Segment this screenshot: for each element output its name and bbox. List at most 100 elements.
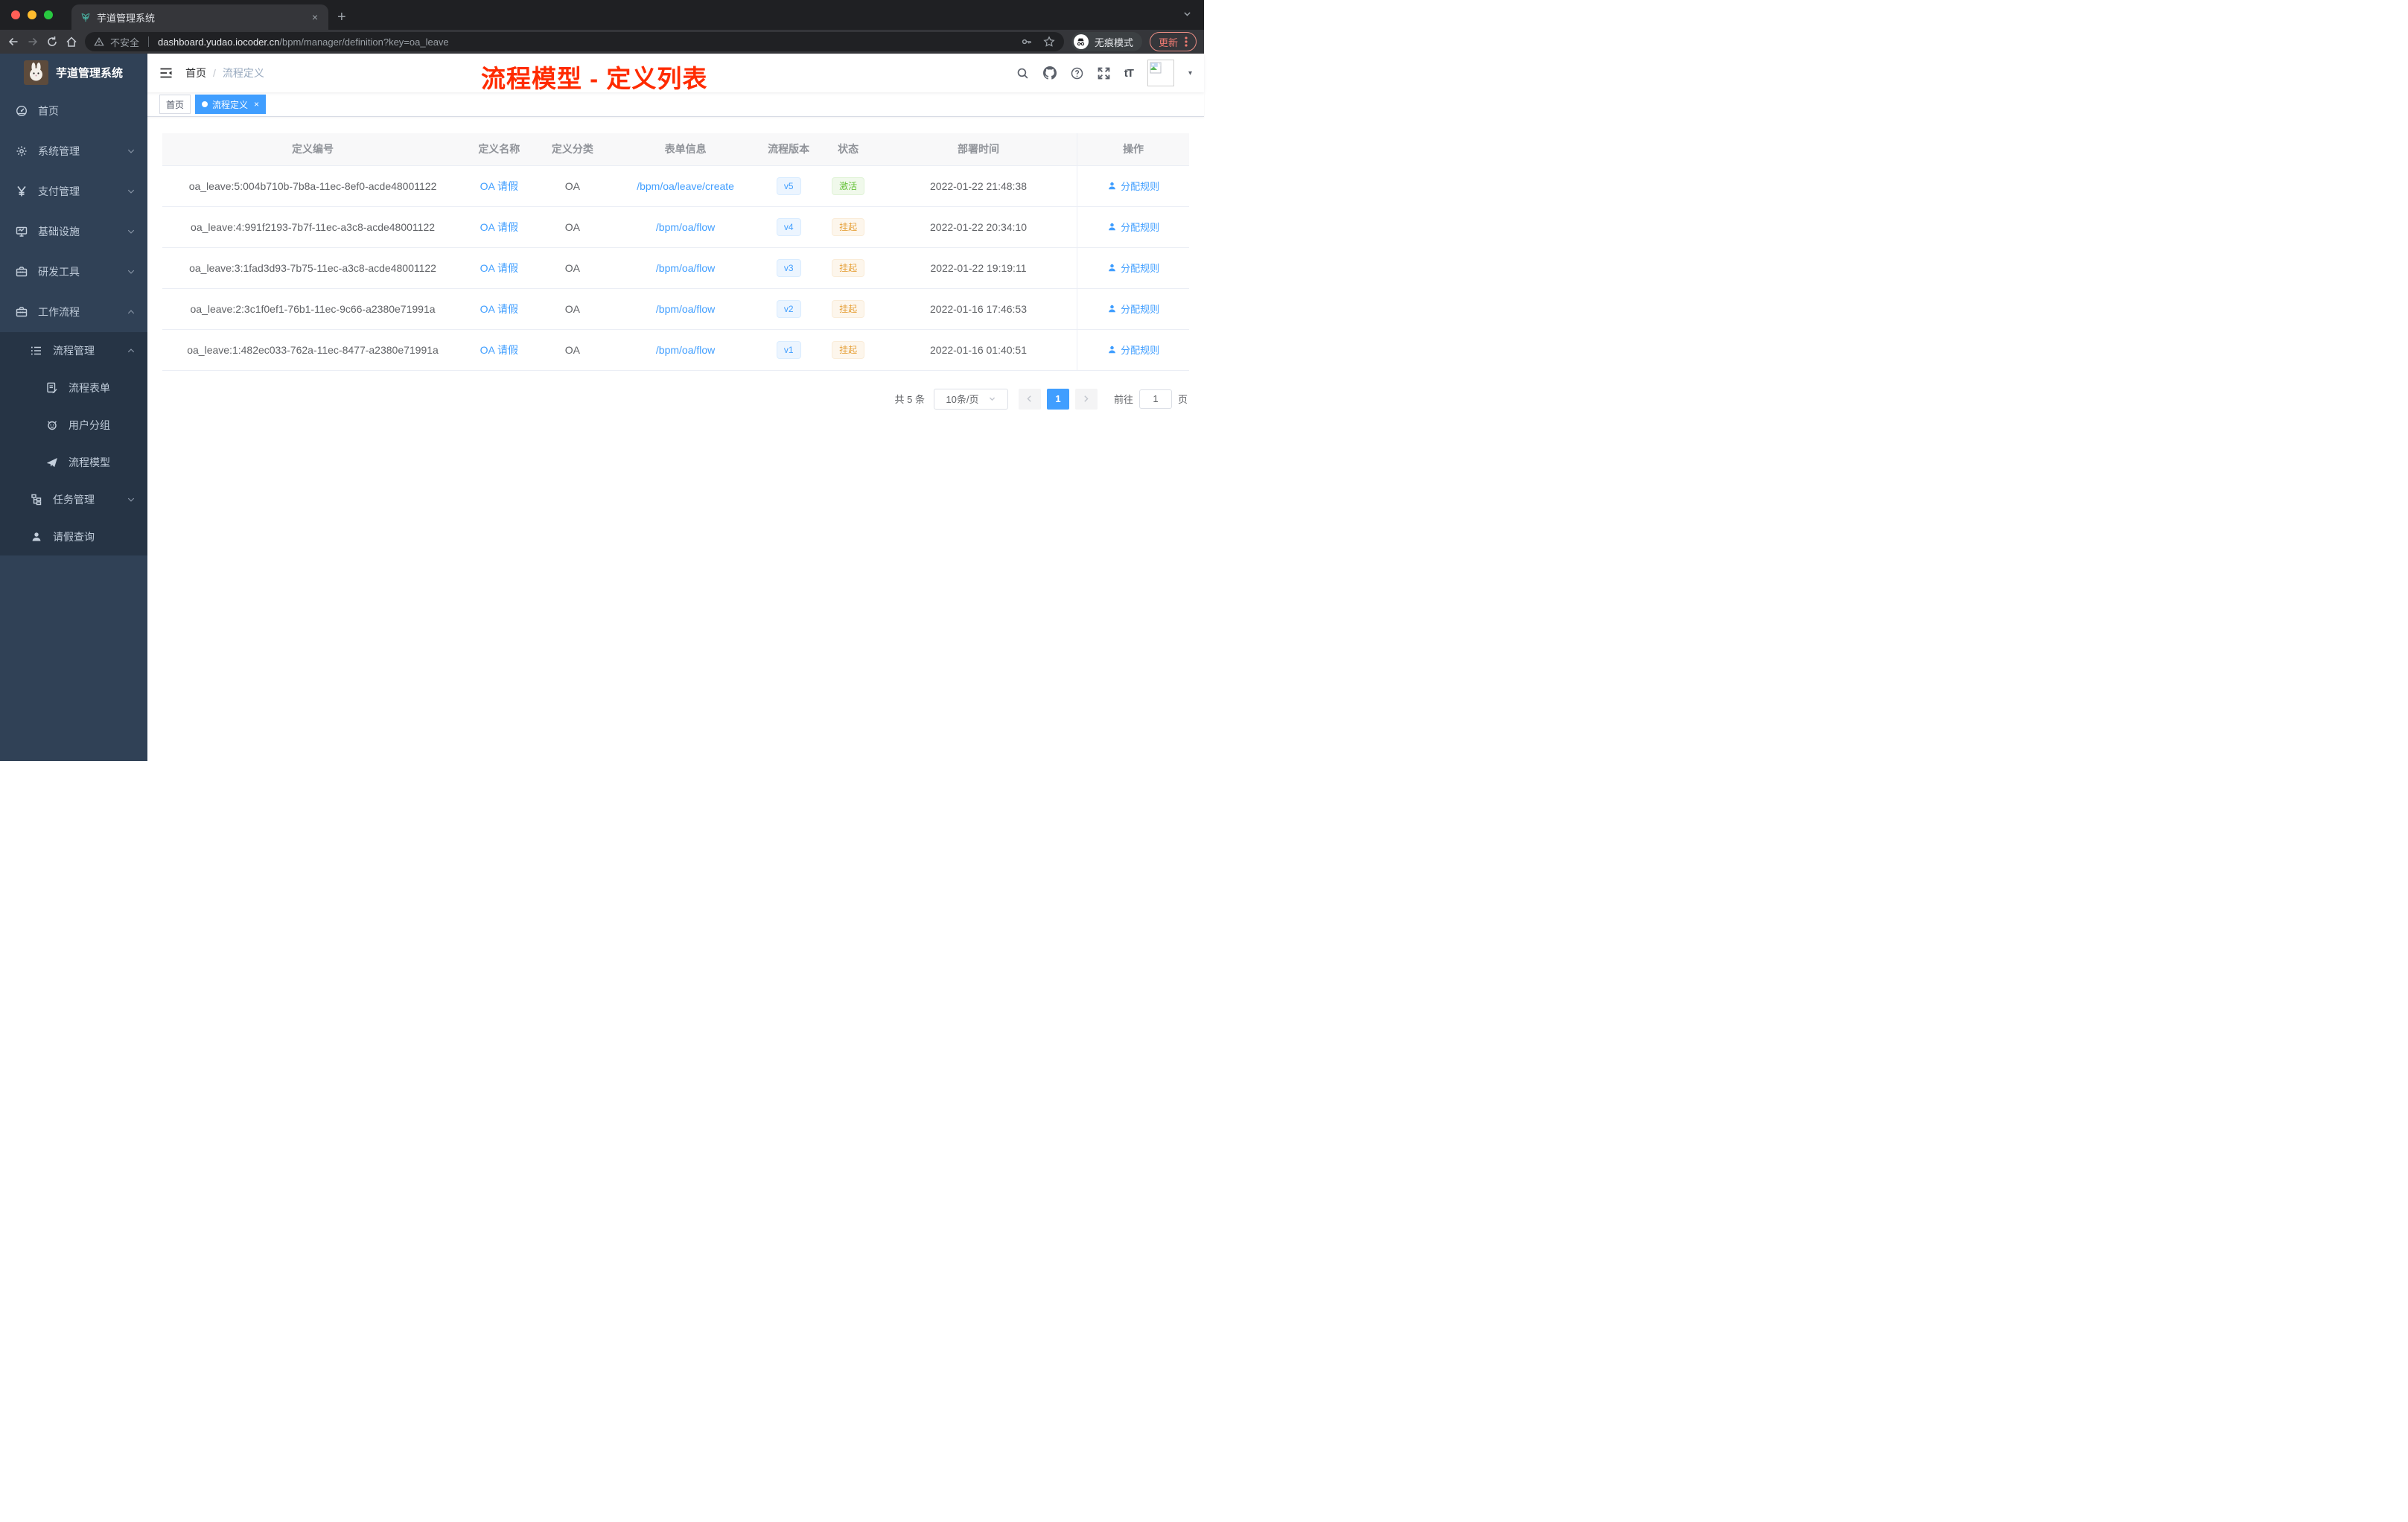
version-badge: v1: [776, 340, 801, 359]
definition-name-link[interactable]: OA 请假: [480, 344, 518, 356]
cell-deploy-time: 2022-01-22 20:34:10: [879, 206, 1077, 248]
sidebar-item-infra[interactable]: 基础设施: [0, 211, 147, 252]
not-secure-warning-icon: [94, 36, 104, 47]
definition-name-link[interactable]: OA 请假: [480, 221, 518, 233]
search-icon[interactable]: [1016, 67, 1029, 80]
cell-form-info: /bpm/oa/flow: [610, 288, 761, 330]
tab-search-chevron-icon[interactable]: [1182, 9, 1192, 22]
prev-page-button[interactable]: [1018, 388, 1041, 410]
column-header: 定义名称: [463, 133, 535, 166]
cell-version: v2: [760, 288, 817, 330]
kebab-menu-icon: [1185, 36, 1188, 47]
cell-definition-id: oa_leave:1:482ec033-762a-11ec-8477-a2380…: [162, 329, 464, 371]
cell-form-info: /bpm/oa/flow: [610, 247, 761, 289]
assign-rule-link[interactable]: 分配规则: [1107, 179, 1159, 193]
form-edit-icon: [46, 382, 58, 394]
home-icon[interactable]: [66, 36, 77, 48]
assign-rule-link[interactable]: 分配规则: [1107, 302, 1159, 316]
pagination: 共 5 条 10条/页 1 前往 页: [162, 388, 1189, 410]
status-badge: 挂起: [832, 299, 865, 318]
tab-close-icon[interactable]: ×: [310, 11, 319, 23]
sidebar-item-label: 请假查询: [53, 531, 95, 543]
sidebar-item-task-mgmt[interactable]: 任务管理: [0, 481, 147, 518]
page-number-button[interactable]: 1: [1046, 388, 1069, 410]
avatar[interactable]: [1147, 60, 1174, 86]
cell-operation: 分配规则: [1077, 247, 1189, 289]
sidebar-item-system[interactable]: 系统管理: [0, 131, 147, 171]
table-row: oa_leave:2:3c1f0ef1-76b1-11ec-9c66-a2380…: [162, 288, 1189, 330]
goto-page-input[interactable]: [1138, 389, 1172, 409]
sidebar-item-user-group[interactable]: 用户分组: [0, 407, 147, 444]
avatar-caret-icon[interactable]: ▾: [1188, 69, 1192, 77]
status-badge: 激活: [832, 176, 865, 195]
dashboard-icon: [16, 105, 28, 117]
form-link[interactable]: /bpm/oa/flow: [656, 344, 715, 356]
window-close-button[interactable]: [11, 10, 20, 19]
form-link[interactable]: /bpm/oa/flow: [656, 221, 715, 233]
form-link[interactable]: /bpm/oa/flow: [656, 303, 715, 315]
form-link[interactable]: /bpm/oa/leave/create: [637, 180, 734, 192]
cell-status: 挂起: [816, 247, 880, 289]
bookmark-star-icon[interactable]: [1043, 36, 1055, 48]
sidebar-item-payment[interactable]: 支付管理: [0, 171, 147, 211]
new-tab-button[interactable]: +: [337, 10, 346, 25]
assign-rule-link[interactable]: 分配规则: [1107, 343, 1159, 357]
tag-process-definition[interactable]: 流程定义 ×: [195, 95, 267, 114]
update-button[interactable]: 更新: [1149, 32, 1197, 51]
goto-label: 前往: [1113, 394, 1133, 405]
sidebar-collapse-icon[interactable]: [159, 66, 173, 80]
address-bar[interactable]: 不安全 dashboard.yudao.iocoder.cn/bpm/manag…: [85, 32, 1064, 51]
sidebar-item-process-mgmt[interactable]: 流程管理: [0, 332, 147, 369]
forward-icon[interactable]: [27, 36, 39, 48]
breadcrumb-separator: /: [213, 67, 216, 79]
sidebar-item-label: 工作流程: [38, 306, 80, 318]
reload-icon[interactable]: [46, 36, 58, 48]
assign-rule-link[interactable]: 分配规则: [1107, 261, 1159, 275]
briefcase-icon: [16, 306, 28, 318]
column-header: 表单信息: [610, 133, 761, 166]
table-header-row: 定义编号 定义名称 定义分类 表单信息 流程版本 状态 部署时间 操作: [162, 133, 1189, 166]
help-icon[interactable]: [1071, 67, 1083, 80]
breadcrumb-home[interactable]: 首页: [185, 66, 206, 80]
page-size-select[interactable]: 10条/页: [933, 388, 1008, 410]
sidebar-item-label: 流程管理: [53, 345, 95, 357]
cell-deploy-time: 2022-01-16 01:40:51: [879, 329, 1077, 371]
chevron-down-icon: [127, 267, 136, 276]
cell-definition-id: oa_leave:4:991f2193-7b7f-11ec-a3c8-acde4…: [162, 206, 464, 248]
sidebar-item-workflow[interactable]: 工作流程: [0, 292, 147, 332]
security-label: 不安全: [110, 36, 140, 48]
sidebar-item-process-model[interactable]: 流程模型: [0, 444, 147, 481]
tag-close-icon[interactable]: ×: [254, 99, 259, 109]
cell-operation: 分配规则: [1077, 329, 1189, 371]
logo-row[interactable]: 芋道管理系统: [0, 54, 147, 91]
form-link[interactable]: /bpm/oa/flow: [656, 262, 715, 274]
sidebar-item-leave-query[interactable]: 请假查询: [0, 518, 147, 555]
sidebar-item-home[interactable]: 首页: [0, 91, 147, 131]
fullscreen-icon[interactable]: [1098, 67, 1110, 80]
table-row: oa_leave:5:004b710b-7b8a-11ec-8ef0-acde4…: [162, 165, 1189, 207]
definition-name-link[interactable]: OA 请假: [480, 262, 518, 274]
definition-name-link[interactable]: OA 请假: [480, 303, 518, 315]
user-icon: [1107, 181, 1117, 191]
column-header: 操作: [1077, 133, 1189, 166]
back-icon[interactable]: [7, 36, 19, 48]
paper-plane-icon: [46, 456, 58, 468]
github-icon[interactable]: [1042, 66, 1057, 80]
sidebar-item-devtools[interactable]: 研发工具: [0, 252, 147, 292]
next-page-button[interactable]: [1074, 388, 1098, 410]
url-text: dashboard.yudao.iocoder.cn/bpm/manager/d…: [158, 36, 449, 48]
assign-rule-link[interactable]: 分配规则: [1107, 220, 1159, 234]
font-size-icon[interactable]: tT: [1124, 67, 1134, 80]
key-icon[interactable]: [1021, 36, 1033, 48]
sidebar-item-process-form[interactable]: 流程表单: [0, 369, 147, 407]
window-zoom-button[interactable]: [44, 10, 53, 19]
column-header: 定义编号: [162, 133, 464, 166]
browser-tab[interactable]: 芋道管理系统 ×: [71, 4, 328, 30]
breadcrumb: 首页 / 流程定义: [185, 66, 264, 80]
cell-status: 挂起: [816, 288, 880, 330]
tag-home[interactable]: 首页: [159, 95, 191, 114]
toolbox-icon: [16, 266, 28, 278]
sidebar-menu: 首页 系统管理 支付管理 基础设施 研发工具工作流程流程管理流程表单 用户分组 流程模型 任务…: [0, 91, 147, 555]
window-minimize-button[interactable]: [28, 10, 36, 19]
definition-name-link[interactable]: OA 请假: [480, 180, 518, 192]
